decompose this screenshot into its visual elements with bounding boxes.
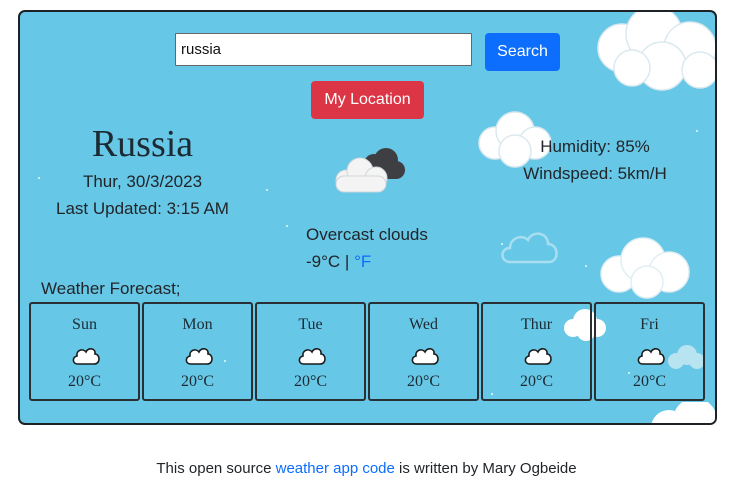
background-cloud-right xyxy=(600,237,690,299)
cloud-icon xyxy=(185,348,213,365)
forecast-day-name: Tue xyxy=(298,316,323,333)
overcast-clouds-icon xyxy=(335,148,405,193)
forecast-day-sun: Sun 20°C xyxy=(29,302,140,401)
sparkle-dot xyxy=(286,225,288,227)
background-cloud-top-right xyxy=(597,12,715,91)
current-date: Thur, 30/3/2023 xyxy=(82,172,203,191)
sparkle-dot xyxy=(585,265,587,267)
cloud-icon xyxy=(637,348,665,365)
forecast-day-wed: Wed 20°C xyxy=(368,302,479,401)
background-cloud-outline xyxy=(501,232,558,264)
sparkle-dot xyxy=(501,243,503,245)
forecast-temp: 20°C xyxy=(67,373,102,390)
unit-separator: | xyxy=(340,252,355,271)
forecast-temp: 20°C xyxy=(293,373,328,390)
forecast-temp: 20°C xyxy=(632,373,667,390)
sparkle-dot xyxy=(696,130,698,132)
temperature-celsius: -9°C xyxy=(306,252,341,271)
weather-description: Overcast clouds xyxy=(306,225,428,244)
footer-credit: This open source weather app code is wri… xyxy=(0,460,733,477)
last-updated: Last Updated: 3:15 AM xyxy=(56,199,229,218)
cloud-icon xyxy=(298,348,326,365)
forecast-day-tue: Tue 20°C xyxy=(255,302,366,401)
forecast-temp: 20°C xyxy=(406,373,441,390)
forecast-day-mon: Mon 20°C xyxy=(142,302,253,401)
footer-prefix: This open source xyxy=(156,460,276,477)
background-cloud-bottom-right xyxy=(651,402,715,423)
humidity: Humidity: 85% xyxy=(540,137,650,156)
my-location-button[interactable]: My Location xyxy=(311,81,424,119)
forecast-temp: 20°C xyxy=(180,373,215,390)
forecast-temp: 20°C xyxy=(519,373,554,390)
forecast-title: Weather Forecast; xyxy=(41,279,181,298)
source-code-link[interactable]: weather app code xyxy=(276,460,395,477)
fahrenheit-link[interactable]: °F xyxy=(354,252,371,271)
cloud-icon xyxy=(411,348,439,365)
city-name: Russia xyxy=(91,123,194,165)
forecast-day-thur: Thur 20°C xyxy=(481,302,592,401)
forecast-row: Sun 20°C Mon 20°C Tue 20°C Wed 20°C Thur… xyxy=(29,302,708,403)
forecast-day-name: Fri xyxy=(640,316,659,333)
forecast-day-fri: Fri 20°C xyxy=(594,302,705,401)
footer-suffix: is written by Mary Ogbeide xyxy=(394,460,577,477)
windspeed: Windspeed: 5km/H xyxy=(523,164,667,183)
current-temperature: -9°C | °F xyxy=(306,252,371,272)
forecast-day-name: Sun xyxy=(72,316,97,333)
cloud-icon xyxy=(524,348,552,365)
forecast-day-name: Wed xyxy=(409,316,438,333)
search-button[interactable]: Search xyxy=(485,33,560,71)
sparkle-dot xyxy=(266,189,268,191)
cloud-icon xyxy=(72,348,100,365)
weather-app-card: Search My Location Russia Thur, 30/3/202… xyxy=(18,10,717,425)
forecast-day-name: Mon xyxy=(182,316,213,333)
search-input[interactable] xyxy=(175,33,472,66)
forecast-day-name: Thur xyxy=(520,316,553,333)
